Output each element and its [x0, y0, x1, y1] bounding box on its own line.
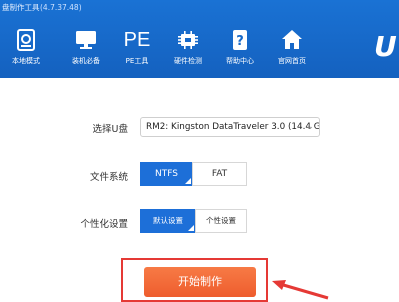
filesystem-option-label: NTFS: [155, 169, 178, 179]
filesystem-option-label: FAT: [211, 169, 228, 179]
filesystem-label: 文件系统: [89, 172, 128, 183]
toolbar: 盘制作工具 (4.7.37.48) 本地模式 装机必备 PE PE工具 硬件检测…: [0, 0, 399, 78]
toolbar-item-hardware-check[interactable]: 硬件检测: [164, 28, 212, 74]
start-button[interactable]: 开始制作: [144, 267, 256, 297]
title-bar: 盘制作工具 (4.7.37.48): [0, 0, 399, 16]
toolbar-item-local-mode[interactable]: 本地模式: [2, 28, 50, 74]
svg-text:U: U: [374, 30, 397, 62]
toolbar-item-label: 帮助中心: [226, 57, 254, 65]
selected-corner-icon: [185, 178, 191, 184]
personalization-option-label: 默认设置: [153, 216, 183, 225]
window-version: (4.7.37.48): [40, 3, 82, 12]
usb-drive-select[interactable]: RM2: Kingston DataTraveler 3.0 (14.4 G ⌄: [140, 117, 320, 137]
window-title: 盘制作工具: [2, 3, 40, 12]
home-icon: [282, 30, 302, 49]
pe-icon: PE: [123, 29, 151, 51]
selected-corner-icon: [188, 225, 194, 231]
toolbar-item-help-center[interactable]: ? 帮助中心: [216, 28, 264, 74]
brand-logo: U: [374, 30, 397, 62]
toolbar-item-pe-tools[interactable]: PE PE工具: [113, 28, 161, 74]
personalization-option-custom[interactable]: 个性设置: [195, 209, 247, 233]
usb-select-label: 选择U盘: [92, 124, 128, 135]
toolbar-item-essentials[interactable]: 装机必备: [62, 28, 110, 74]
personalization-label: 个性化设置: [80, 219, 128, 230]
toolbar-item-label: 官网首页: [278, 57, 306, 65]
filesystem-option-fat[interactable]: FAT: [192, 162, 247, 186]
svg-text:?: ?: [236, 34, 244, 49]
toolbar-item-label: 装机必备: [72, 57, 100, 65]
hardware-chip-icon: [178, 31, 198, 49]
toolbar-item-website-home[interactable]: 官网首页: [268, 28, 316, 74]
help-icon: ?: [233, 30, 247, 50]
usb-drive-value: RM2: Kingston DataTraveler 3.0 (14.4 G: [146, 122, 320, 132]
toolbar-item-label: 硬件检测: [174, 57, 202, 65]
personalization-option-label: 个性设置: [206, 216, 236, 225]
toolbar-item-label: PE工具: [125, 57, 149, 65]
filesystem-option-ntfs[interactable]: NTFS: [140, 162, 193, 186]
chevron-down-icon: ⌄: [306, 122, 314, 132]
toolbar-item-label: 本地模式: [12, 57, 40, 65]
personalization-option-default[interactable]: 默认设置: [140, 209, 196, 233]
pointer-arrow-icon: [272, 280, 329, 300]
monitor-icon: [76, 31, 96, 49]
local-mode-icon: [17, 29, 35, 51]
